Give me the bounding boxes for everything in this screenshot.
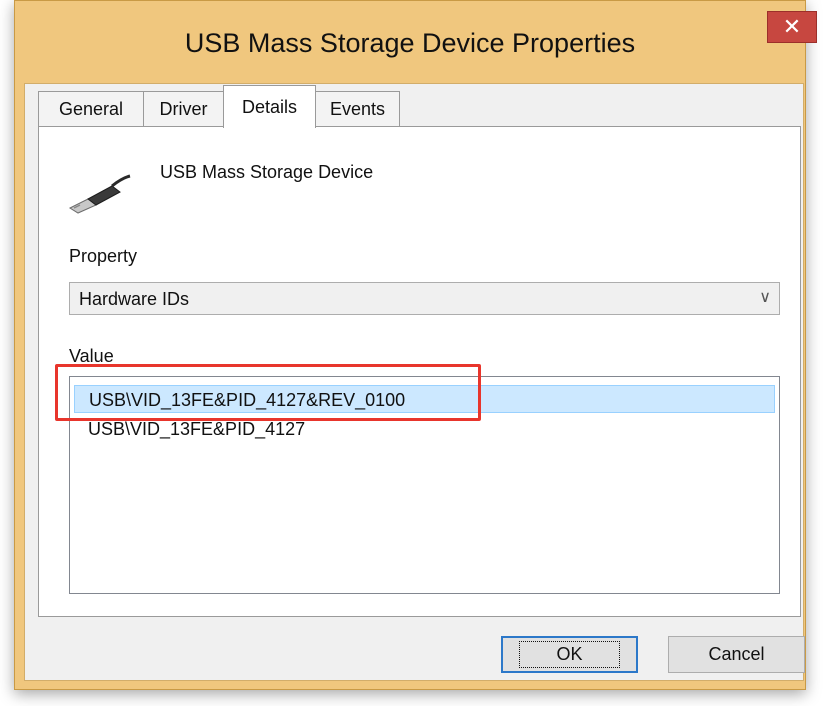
tab-details[interactable]: Details: [223, 85, 316, 128]
title-bar[interactable]: USB Mass Storage Device Properties ✕: [15, 1, 817, 83]
tab-driver[interactable]: Driver: [143, 91, 224, 127]
ok-button[interactable]: OK: [501, 636, 638, 673]
cancel-button[interactable]: Cancel: [668, 636, 805, 673]
close-button[interactable]: ✕: [767, 11, 817, 43]
annotation-highlight-box: [55, 364, 481, 421]
chevron-down-icon[interactable]: ∨: [759, 287, 771, 307]
tab-events[interactable]: Events: [315, 91, 400, 127]
tab-general[interactable]: General: [38, 91, 144, 127]
ok-button-label: OK: [519, 641, 620, 668]
window-title: USB Mass Storage Device Properties: [184, 28, 636, 58]
property-dropdown[interactable]: Hardware IDs ∨: [69, 282, 780, 315]
device-name: USB Mass Storage Device: [160, 162, 374, 182]
property-selected-value: Hardware IDs: [79, 289, 190, 309]
property-label: Property: [69, 246, 138, 266]
usb-plug-icon: [66, 172, 132, 219]
